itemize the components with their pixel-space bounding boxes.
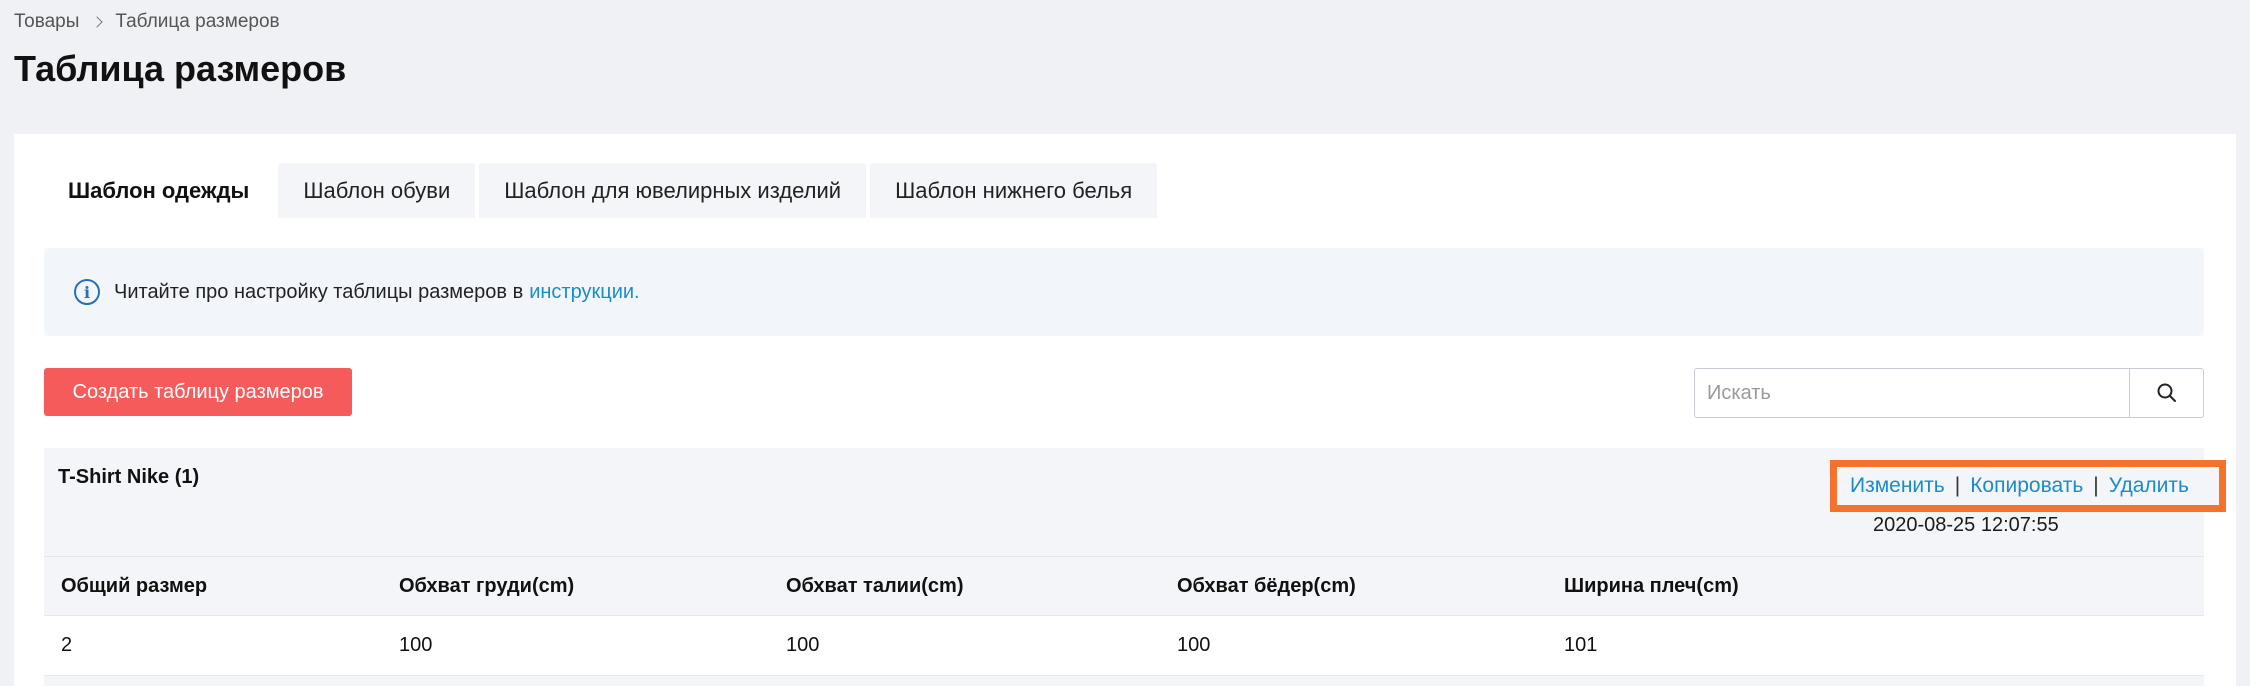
tab-jewelry-template[interactable]: Шаблон для ювелирных изделий <box>479 163 867 218</box>
table-cell: 101 <box>1564 634 1598 656</box>
copy-link[interactable]: Копировать <box>1970 474 2083 498</box>
breadcrumb-item-products[interactable]: Товары <box>14 11 79 33</box>
search-icon <box>2157 383 2176 402</box>
tab-shoes-template[interactable]: Шаблон обуви <box>278 163 476 218</box>
column-header-chest: Обхват груди(cm) <box>399 574 575 597</box>
content-card: Шаблон одежды Шаблон обуви Шаблон для юв… <box>14 134 2236 686</box>
size-table-record: T-Shirt Nike (1) Изменить | Копировать |… <box>44 448 2226 686</box>
column-header-waist: Обхват талии(cm) <box>786 574 964 597</box>
instructions-link[interactable]: инструкции. <box>529 281 639 304</box>
delete-link[interactable]: Удалить <box>2109 474 2189 498</box>
table-cell: 2 <box>61 634 73 656</box>
info-notice: i Читайте про настройку таблицы размеров… <box>44 248 2204 336</box>
column-header-size: Общий размер <box>61 574 208 597</box>
breadcrumb-item-current: Таблица размеров <box>115 11 280 32</box>
notice-text: Читайте про настройку таблицы размеров в <box>114 280 524 303</box>
tab-underwear-template[interactable]: Шаблон нижнего белья <box>870 163 1158 218</box>
search-input[interactable] <box>1695 369 2129 417</box>
record-actions: Изменить | Копировать | Удалить <box>1830 460 2226 512</box>
table-row: 2 100 100 100 101 <box>44 616 2204 676</box>
tab-clothing-template[interactable]: Шаблон одежды <box>43 163 275 218</box>
record-title: T-Shirt Nike (1) <box>58 466 200 488</box>
table-cell: 100 <box>1177 634 1211 656</box>
record-timestamp: 2020-08-25 12:07:55 <box>1873 514 2059 536</box>
search-button[interactable] <box>2129 369 2203 417</box>
column-header-shoulders: Ширина плеч(cm) <box>1564 574 1739 597</box>
chevron-right-icon <box>91 16 104 28</box>
action-divider: | <box>1954 474 1961 497</box>
column-header-hips: Обхват бёдер(cm) <box>1177 574 1356 597</box>
template-tabs: Шаблон одежды Шаблон обуви Шаблон для юв… <box>43 163 1158 218</box>
create-size-table-button[interactable]: Создать таблицу размеров <box>44 368 352 416</box>
search-box <box>1694 368 2204 418</box>
table-cell: 100 <box>399 634 433 656</box>
page-title: Таблица размеров <box>14 48 347 89</box>
table-header: Общий размер Обхват груди(cm) Обхват тал… <box>44 556 2204 616</box>
breadcrumb: Товары Таблица размеров <box>14 11 280 33</box>
info-icon: i <box>74 279 100 305</box>
table-cell: 100 <box>786 634 820 656</box>
edit-link[interactable]: Изменить <box>1850 474 1945 498</box>
action-divider: | <box>2093 474 2099 497</box>
